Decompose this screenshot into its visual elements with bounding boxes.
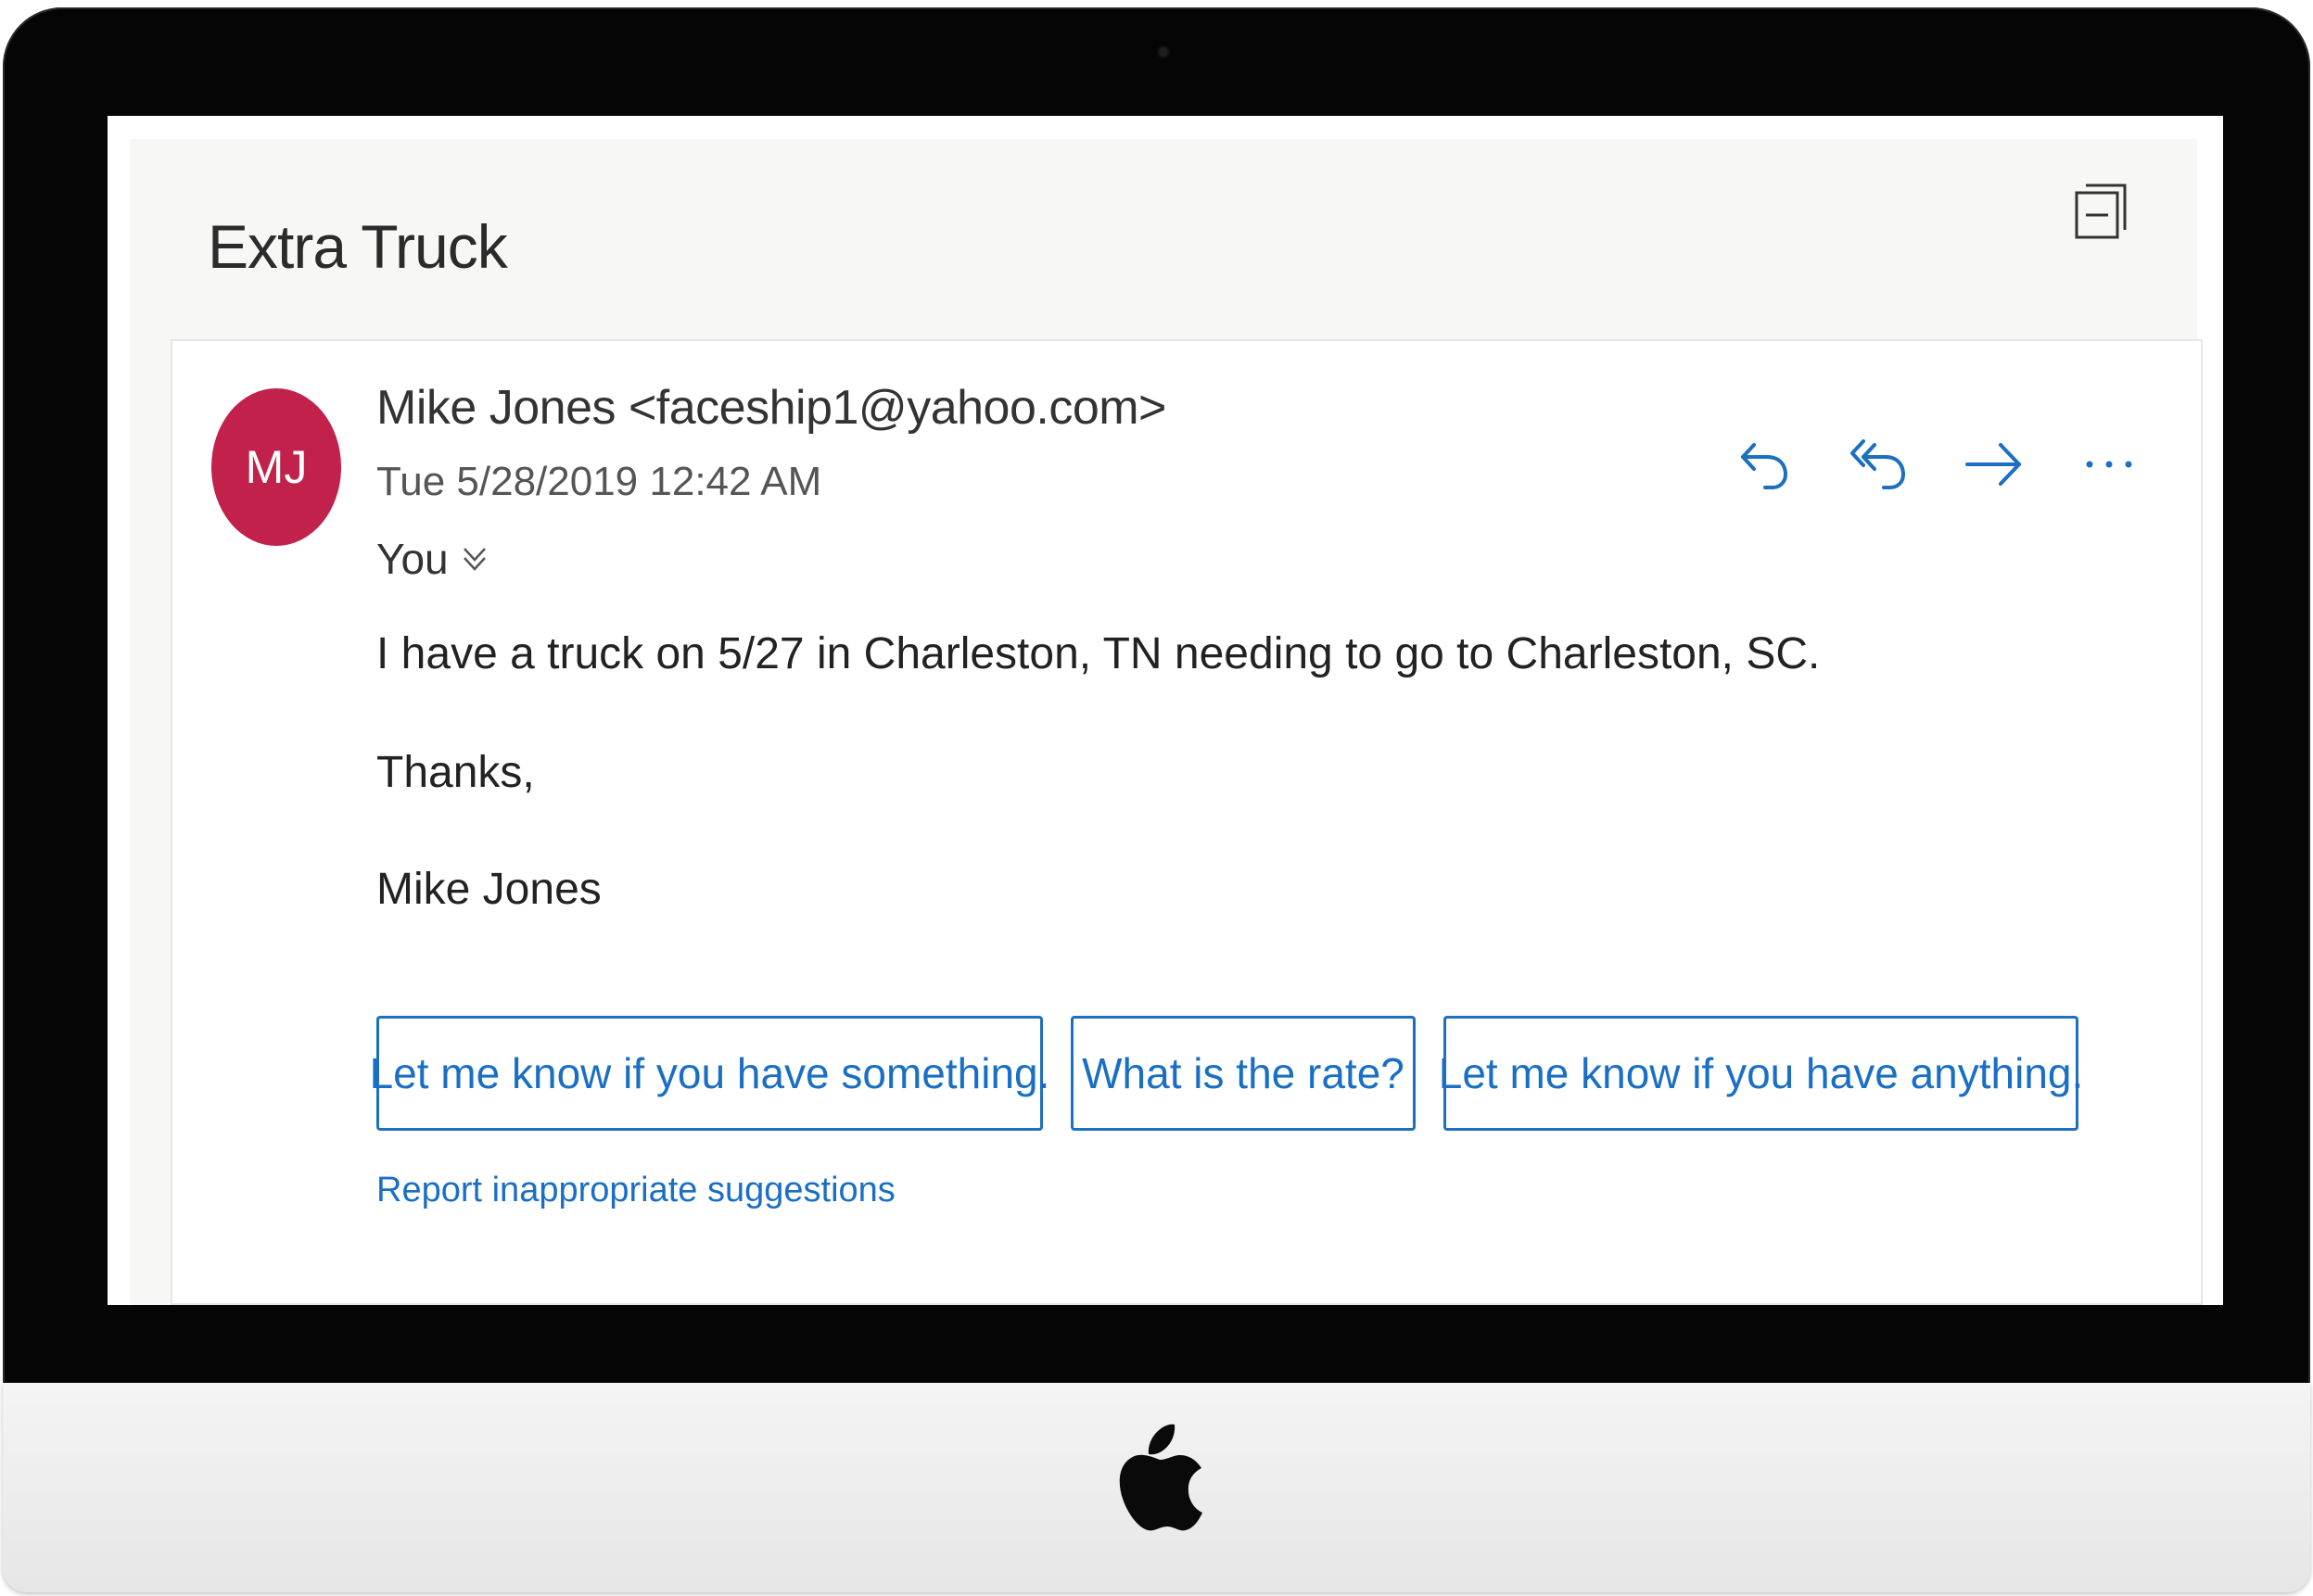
reply-icon[interactable] [1728,428,1800,500]
suggested-reply-button[interactable]: Let me know if you have anything. [1439,1016,2083,1131]
recipient-label: You [376,535,449,583]
apple-logo-icon [1119,1424,1202,1531]
reply-all-icon[interactable] [1843,428,1915,500]
popout-icon[interactable] [2073,176,2129,241]
forward-icon[interactable] [1958,428,2030,500]
sent-date: Tue 5/28/2019 12:42 AM [376,459,822,504]
more-options-icon[interactable] [2073,428,2145,500]
reading-pane: Extra Truck MJ Mike Jones <faceship1@yah… [130,139,2203,1305]
sender-name[interactable]: Mike Jones <faceship1@yahoo.com> [376,380,1166,436]
body-line: Mike Jones [376,865,602,914]
email-subject: Extra Truck [208,212,508,281]
body-line: Thanks, [376,748,535,797]
suggested-reply-button[interactable]: Let me know if you have something. [370,1016,1049,1131]
message-card: MJ Mike Jones <faceship1@yahoo.com> Tue … [171,339,2203,1305]
avatar: MJ [211,388,341,546]
camera [1159,47,1168,57]
message-actions [1728,428,2145,500]
suggested-replies: Let me know if you have something. What … [370,1016,2083,1131]
recipients[interactable]: You [376,534,488,584]
body-line: I have a truck on 5/27 in Charleston, TN… [376,629,1821,678]
chevron-down-icon[interactable] [462,543,488,575]
monitor-bezel: Extra Truck MJ Mike Jones <faceship1@yah… [3,7,2310,1388]
suggested-reply-button[interactable]: What is the rate? [1071,1016,1416,1131]
screen: Extra Truck MJ Mike Jones <faceship1@yah… [108,116,2223,1305]
report-suggestions-link[interactable]: Report inappropriate suggestions [376,1171,896,1210]
